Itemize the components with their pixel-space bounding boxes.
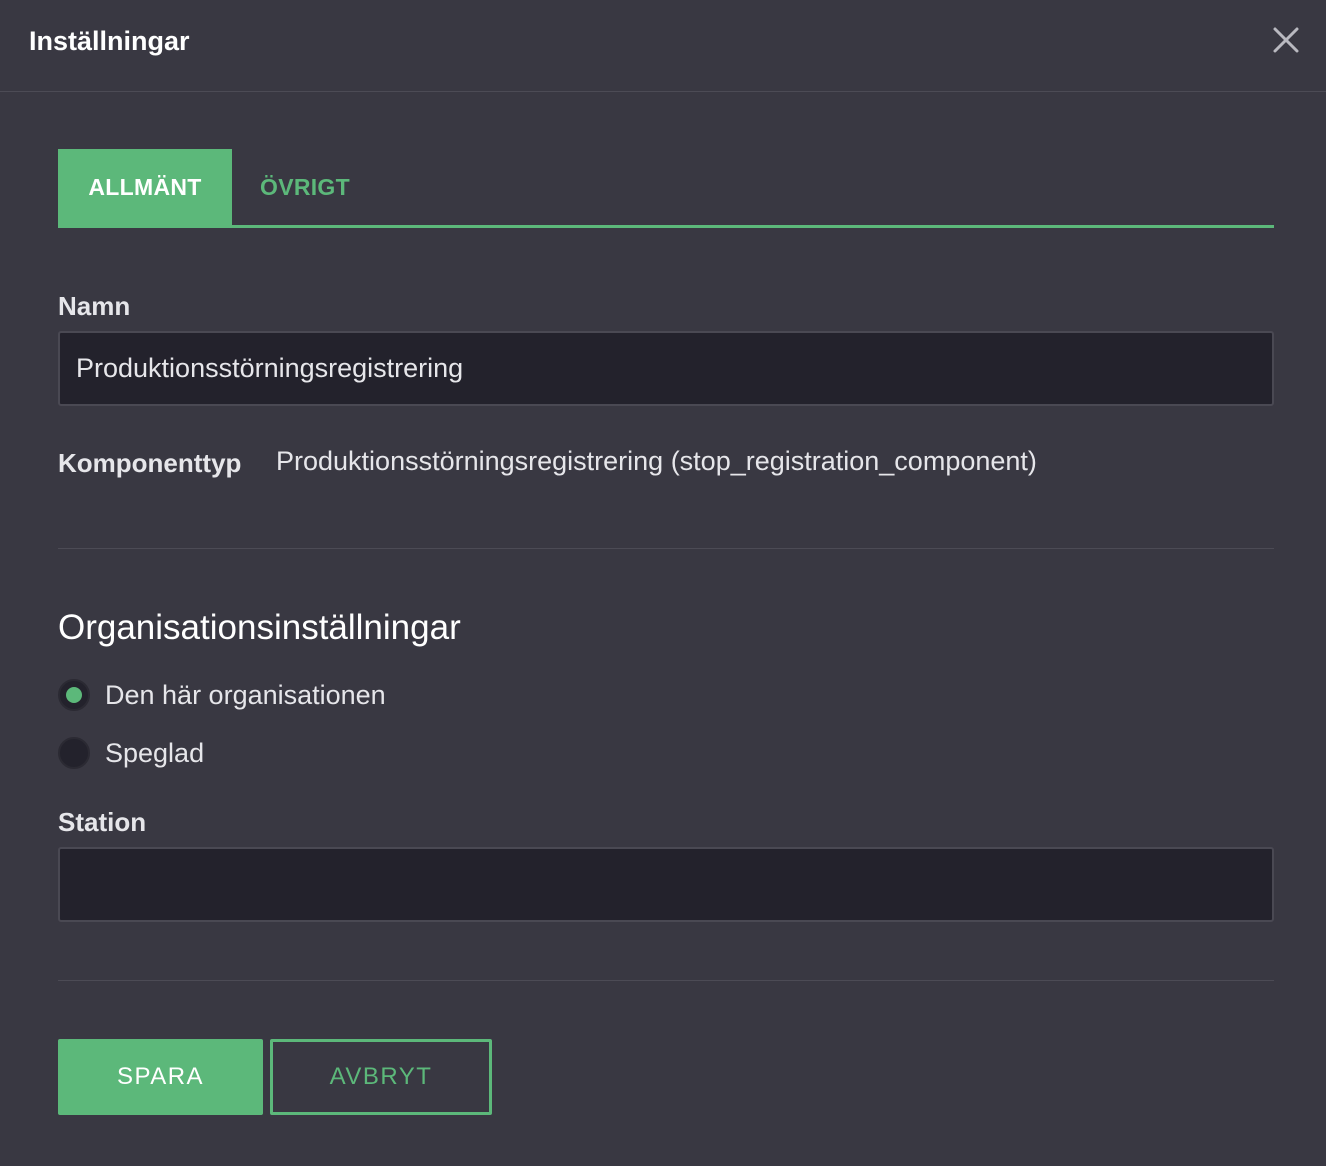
cancel-button[interactable]: AVBRYT — [270, 1039, 492, 1115]
radio-button-selected[interactable] — [58, 679, 90, 711]
tab-bar: ALLMÄNT ÖVRIGT — [58, 149, 1274, 228]
close-icon — [1273, 27, 1299, 53]
radio-button[interactable] — [58, 737, 90, 769]
name-input[interactable] — [58, 331, 1274, 406]
radio-dot — [66, 687, 82, 703]
radio-mirrored[interactable]: Speglad — [58, 736, 204, 770]
save-button[interactable]: SPARA — [58, 1039, 263, 1115]
dialog-title: Inställningar — [29, 26, 190, 56]
divider — [58, 980, 1274, 981]
tab-allmant[interactable]: ALLMÄNT — [58, 149, 232, 225]
component-type-value: Produktionsstörningsregistrering (stop_r… — [276, 446, 1037, 476]
radio-label: Den här organisationen — [105, 679, 386, 710]
close-button[interactable] — [1266, 20, 1306, 60]
divider — [58, 548, 1274, 549]
dialog-header: Inställningar — [0, 0, 1326, 92]
station-input[interactable] — [58, 847, 1274, 922]
component-type-label: Komponenttyp — [58, 448, 242, 478]
station-label: Station — [58, 807, 147, 837]
name-label: Namn — [58, 291, 131, 321]
org-settings-title: Organisationsinställningar — [58, 608, 461, 647]
tab-ovrigt[interactable]: ÖVRIGT — [232, 149, 378, 225]
radio-label: Speglad — [105, 737, 205, 768]
radio-this-organization[interactable]: Den här organisationen — [58, 678, 386, 712]
